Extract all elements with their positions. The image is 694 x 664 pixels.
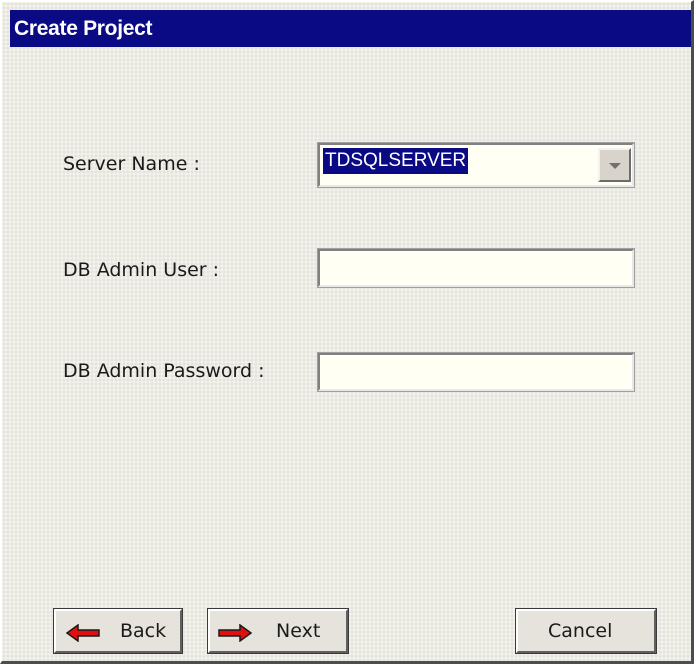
db-admin-user-field[interactable]	[317, 248, 635, 288]
back-button[interactable]: Back	[53, 608, 183, 654]
db-admin-password-field[interactable]	[317, 352, 635, 392]
cancel-button[interactable]: Cancel	[515, 608, 657, 654]
db-admin-user-input[interactable]	[320, 251, 632, 285]
server-name-dropdown-button[interactable]	[598, 148, 631, 182]
server-name-label: Server Name :	[63, 153, 200, 175]
arrow-left-icon	[66, 624, 100, 642]
db-admin-password-input[interactable]	[320, 355, 632, 389]
cancel-button-label: Cancel	[548, 620, 613, 642]
server-name-value[interactable]: TDSQLSERVER	[323, 148, 469, 174]
next-button[interactable]: Next	[207, 608, 349, 654]
db-admin-user-label: DB Admin User :	[63, 259, 220, 281]
dialog-title: Create Project	[10, 10, 691, 47]
db-admin-password-label: DB Admin Password :	[63, 360, 265, 382]
arrow-right-icon	[218, 624, 252, 642]
create-project-dialog: Create Project Server Name : TDSQLSERVER…	[0, 0, 694, 664]
back-button-label: Back	[120, 620, 167, 642]
server-name-combobox[interactable]: TDSQLSERVER	[317, 142, 635, 188]
next-button-label: Next	[276, 620, 321, 642]
chevron-down-icon	[609, 163, 621, 169]
